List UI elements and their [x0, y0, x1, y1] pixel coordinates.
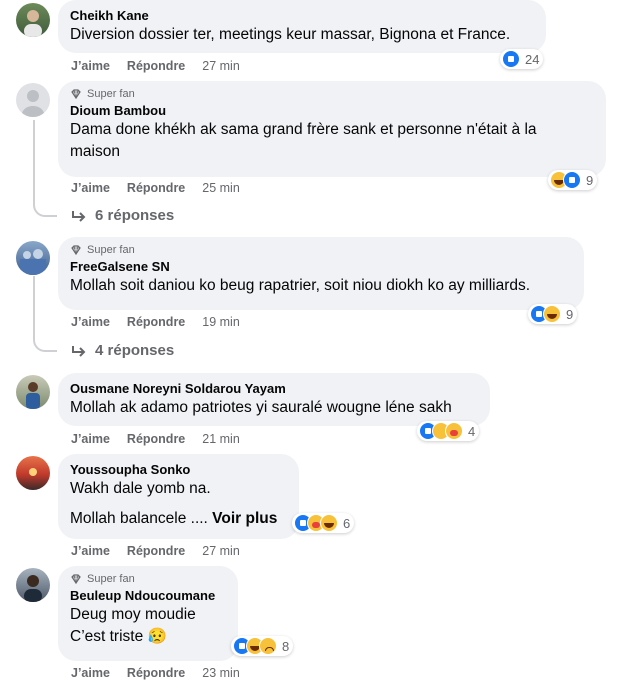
replies-count-label: 4 réponses — [95, 342, 175, 359]
diamond-icon — [71, 89, 81, 100]
comment-text: Wakh dale yomb na. Mollah balancele ....… — [70, 478, 287, 530]
comment-author[interactable]: Youssoupha Sonko — [70, 461, 287, 478]
comment-bubble: Super fan Beuleup Ndoucoumane Deug moy m… — [58, 566, 238, 661]
reaction-count: 4 — [468, 423, 476, 439]
reply-arrow-icon — [72, 345, 86, 357]
reply-button[interactable]: Répondre — [127, 59, 185, 73]
reaction-count: 8 — [282, 638, 290, 654]
replies-count-label: 6 réponses — [95, 207, 175, 224]
comment-text: Dama done khékh ak sama grand frère sank… — [70, 119, 594, 163]
reply-arrow-icon — [72, 210, 86, 222]
reaction-summary[interactable]: 4 — [417, 421, 480, 441]
comment-author[interactable]: Cheikh Kane — [70, 7, 534, 24]
badge-label: Super fan — [87, 88, 135, 100]
comment-actions: J’aime Répondre 19 min — [71, 315, 257, 329]
comment-text: Deug moy moudie C’est triste 😥 — [70, 604, 226, 648]
reaction-summary[interactable]: 8 — [231, 636, 294, 656]
like-button[interactable]: J’aime — [71, 315, 110, 329]
comment-time[interactable]: 19 min — [202, 315, 240, 329]
avatar[interactable] — [16, 568, 50, 602]
like-button[interactable]: J’aime — [71, 181, 110, 195]
like-reaction-icon — [502, 50, 520, 68]
reply-button[interactable]: Répondre — [127, 181, 185, 195]
comment-text: Mollah ak adamo patriotes yi sauralé wou… — [70, 399, 452, 416]
comment-bubble: Super fan Dioum Bambou Dama done khékh a… — [58, 81, 606, 177]
comment-author[interactable]: Dioum Bambou — [70, 102, 594, 119]
reply-thread-line — [33, 276, 57, 352]
comment-line-text: Mollah balancele .... — [70, 510, 208, 527]
comment-bubble: Ousmane Noreyni Soldarou Yayam Mollah ak… — [58, 373, 490, 426]
comment-author[interactable]: Beuleup Ndoucoumane — [70, 587, 226, 604]
reply-button[interactable]: Répondre — [127, 544, 185, 558]
comment-line: Deug moy moudie — [70, 606, 196, 623]
comment-actions: J’aime Répondre 27 min — [71, 544, 257, 558]
diamond-icon — [71, 574, 81, 585]
comment-bubble: Youssoupha Sonko Wakh dale yomb na. Moll… — [58, 454, 299, 539]
reaction-summary[interactable]: 9 — [548, 170, 598, 190]
comment-actions: J’aime Répondre 27 min — [71, 59, 257, 73]
reaction-count: 24 — [525, 51, 540, 67]
like-reaction-icon — [563, 171, 581, 189]
reply-button[interactable]: Répondre — [127, 432, 185, 446]
super-fan-badge: Super fan — [70, 88, 594, 100]
comment-bubble: Cheikh Kane Diversion dossier ter, meeti… — [58, 0, 546, 53]
reply-thread-line — [33, 120, 57, 217]
avatar[interactable] — [16, 241, 50, 275]
comment-author[interactable]: Ousmane Noreyni Soldarou Yayam — [70, 380, 478, 397]
reaction-count: 9 — [586, 172, 594, 188]
care-reaction-icon — [445, 422, 463, 440]
avatar[interactable] — [16, 3, 50, 37]
reply-button[interactable]: Répondre — [127, 666, 185, 680]
sad-reaction-icon — [259, 637, 277, 655]
comment-text: Mollah soit daniou ko beug rapatrier, so… — [70, 277, 531, 294]
comment-line: Dama done khékh ak sama grand frère sank… — [70, 121, 537, 138]
see-more-link[interactable]: Voir plus — [212, 510, 277, 527]
comment-line: Wakh dale yomb na. — [70, 480, 211, 497]
like-button[interactable]: J’aime — [71, 666, 110, 680]
avatar[interactable] — [16, 456, 50, 490]
like-button[interactable]: J’aime — [71, 59, 110, 73]
haha-reaction-icon — [543, 305, 561, 323]
reaction-summary[interactable]: 6 — [292, 513, 355, 533]
badge-label: Super fan — [87, 573, 135, 585]
like-button[interactable]: J’aime — [71, 432, 110, 446]
super-fan-badge: Super fan — [70, 573, 226, 585]
haha-reaction-icon — [320, 514, 338, 532]
reply-button[interactable]: Répondre — [127, 315, 185, 329]
comment-line: Mollah balancele .... Voir plus — [70, 508, 287, 530]
comment-line: maison — [70, 143, 120, 160]
comment-text: Diversion dossier ter, meetings keur mas… — [70, 26, 511, 43]
super-fan-badge: Super fan — [70, 244, 572, 256]
comment-actions: J’aime Répondre 23 min — [71, 666, 257, 680]
view-replies-button[interactable]: 4 réponses — [71, 342, 174, 359]
comment-time[interactable]: 25 min — [202, 181, 240, 195]
comment-bubble: Super fan FreeGalsene SN Mollah soit dan… — [58, 237, 584, 310]
reaction-count: 6 — [343, 515, 351, 531]
comment-author[interactable]: FreeGalsene SN — [70, 258, 572, 275]
diamond-icon — [71, 245, 81, 256]
comment-actions: J’aime Répondre 21 min — [71, 432, 257, 446]
avatar[interactable] — [16, 375, 50, 409]
reaction-summary[interactable]: 9 — [528, 304, 578, 324]
view-replies-button[interactable]: 6 réponses — [71, 207, 174, 224]
comment-time[interactable]: 27 min — [202, 59, 240, 73]
reaction-count: 9 — [566, 306, 574, 322]
like-button[interactable]: J’aime — [71, 544, 110, 558]
comment-actions: J’aime Répondre 25 min — [71, 181, 257, 195]
badge-label: Super fan — [87, 244, 135, 256]
comment-line: C’est triste 😥 — [70, 628, 167, 645]
avatar[interactable] — [16, 83, 50, 117]
comment-time[interactable]: 27 min — [202, 544, 240, 558]
reaction-summary[interactable]: 24 — [500, 49, 544, 69]
comment-time[interactable]: 23 min — [202, 666, 240, 680]
comment-time[interactable]: 21 min — [202, 432, 240, 446]
